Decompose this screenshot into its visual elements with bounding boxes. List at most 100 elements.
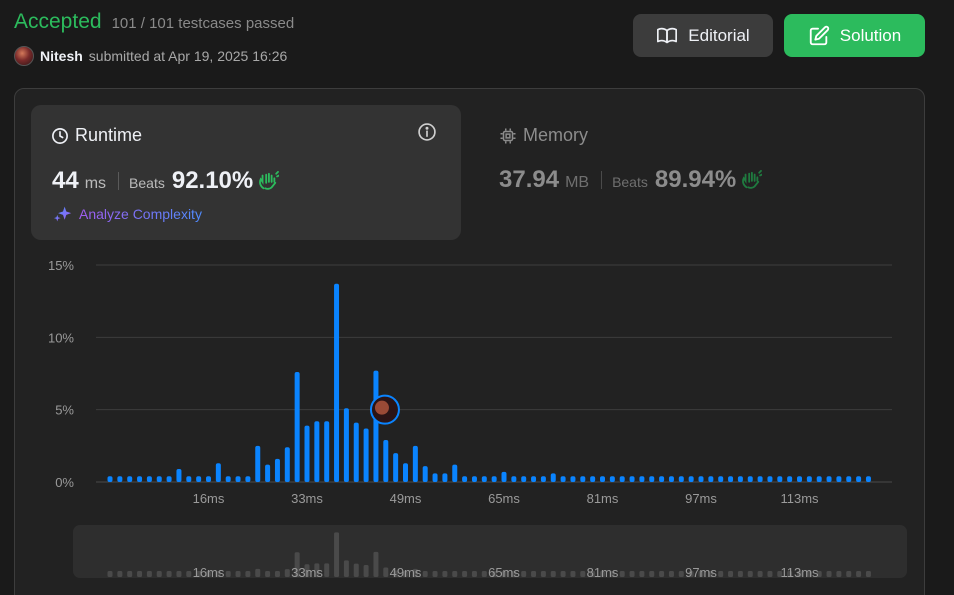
chart-bar[interactable] xyxy=(787,476,793,482)
chart-bar[interactable] xyxy=(245,476,251,482)
chart-bar[interactable] xyxy=(373,370,379,482)
chart-bar[interactable] xyxy=(403,463,408,482)
chart-bar[interactable] xyxy=(343,408,349,482)
chart-bar[interactable] xyxy=(590,476,596,482)
chart-bar[interactable] xyxy=(117,476,123,482)
chart-bar[interactable] xyxy=(491,476,497,482)
chart-bar[interactable] xyxy=(206,476,211,482)
overview-bar xyxy=(481,571,487,577)
chart-bar[interactable] xyxy=(255,445,261,482)
overview-bar xyxy=(334,532,340,577)
chart-bar[interactable] xyxy=(462,476,468,482)
chart-bar[interactable] xyxy=(797,476,802,482)
chart-bar[interactable] xyxy=(540,476,546,482)
chart-bar[interactable] xyxy=(294,372,300,482)
chart-bar[interactable] xyxy=(521,476,527,482)
chart-bar[interactable] xyxy=(580,476,586,482)
chart-bar[interactable] xyxy=(708,476,714,482)
chart-bar[interactable] xyxy=(668,476,674,482)
chart-bar[interactable] xyxy=(560,476,566,482)
chart-bar[interactable] xyxy=(383,440,389,482)
chart-bar[interactable] xyxy=(737,476,743,482)
chart-bar[interactable] xyxy=(531,476,537,482)
chart-bar[interactable] xyxy=(747,476,753,482)
chart-bar[interactable] xyxy=(471,476,477,482)
overview-tick-label: 113ms xyxy=(780,565,819,580)
chart-bar[interactable] xyxy=(550,473,556,482)
chart-bar[interactable] xyxy=(107,476,113,482)
chart-bar[interactable] xyxy=(422,466,428,482)
chart-bar[interactable] xyxy=(186,476,192,482)
overview-bar xyxy=(678,571,684,577)
overview-bar xyxy=(865,571,871,577)
chart-bar[interactable] xyxy=(619,476,625,482)
chart-bar[interactable] xyxy=(767,476,773,482)
chart-bar[interactable] xyxy=(265,464,271,482)
runtime-distribution-chart[interactable]: 15% 10% 5% 0% 16ms 33ms 49ms 65ms 81ms 97ms 113ms 1… xyxy=(0,0,954,595)
chart-bar[interactable] xyxy=(570,476,576,482)
chart-bar[interactable] xyxy=(481,476,487,482)
chart-bar[interactable] xyxy=(806,476,812,482)
overview-bar xyxy=(373,551,379,577)
chart-bar[interactable] xyxy=(629,476,635,482)
chart-bar[interactable] xyxy=(353,422,359,482)
chart-bar[interactable] xyxy=(511,476,517,482)
chart-bar[interactable] xyxy=(393,453,399,482)
chart-bar[interactable] xyxy=(284,447,290,482)
overview-bar xyxy=(580,571,586,577)
overview-bar xyxy=(107,571,113,577)
chart-bar[interactable] xyxy=(452,464,458,482)
chart-bar[interactable] xyxy=(196,476,202,482)
chart-bar[interactable] xyxy=(412,445,418,482)
chart-bar[interactable] xyxy=(777,476,783,482)
overview-bar xyxy=(225,571,231,577)
x-tick-label: 97ms xyxy=(685,491,717,506)
chart-bar[interactable] xyxy=(442,473,448,482)
chart-bar[interactable] xyxy=(600,476,605,482)
chart-bar[interactable] xyxy=(501,471,507,482)
chart-bar[interactable] xyxy=(215,463,221,482)
chart-bar[interactable] xyxy=(235,476,241,482)
chart-bar[interactable] xyxy=(432,473,438,482)
chart-bar[interactable] xyxy=(146,476,152,482)
chart-bar[interactable] xyxy=(304,425,310,482)
overview-bar xyxy=(856,571,862,577)
chart-bar[interactable] xyxy=(718,476,724,482)
y-tick-label: 0% xyxy=(55,475,74,490)
chart-bar[interactable] xyxy=(166,476,172,482)
chart-bar[interactable] xyxy=(314,421,320,482)
chart-bar[interactable] xyxy=(609,476,615,482)
chart-bar[interactable] xyxy=(856,476,862,482)
overview-bar xyxy=(619,571,625,577)
x-tick-label: 49ms xyxy=(390,491,422,506)
chart-bar[interactable] xyxy=(678,476,684,482)
chart-bar[interactable] xyxy=(688,476,694,482)
overview-bar xyxy=(668,571,674,577)
chart-bar[interactable] xyxy=(156,476,162,482)
overview-bar xyxy=(728,571,734,577)
overview-bar xyxy=(540,571,546,577)
chart-bar[interactable] xyxy=(816,476,822,482)
chart-bar[interactable] xyxy=(846,476,852,482)
chart-bar[interactable] xyxy=(728,476,734,482)
chart-bar[interactable] xyxy=(137,476,143,482)
chart-bar[interactable] xyxy=(865,476,871,482)
chart-bar[interactable] xyxy=(363,428,369,482)
chart-bar[interactable] xyxy=(324,421,330,482)
chart-bar[interactable] xyxy=(649,476,655,482)
chart-bar[interactable] xyxy=(639,476,645,482)
chart-bar[interactable] xyxy=(826,476,832,482)
chart-bar[interactable] xyxy=(334,283,340,482)
overview-bar xyxy=(117,571,123,577)
chart-bar[interactable] xyxy=(225,476,231,482)
chart-bar[interactable] xyxy=(698,476,704,482)
overview-bar xyxy=(284,569,290,577)
chart-bar[interactable] xyxy=(836,476,842,482)
chart-bar[interactable] xyxy=(659,476,665,482)
chart-bar[interactable] xyxy=(274,458,280,482)
chart-bar[interactable] xyxy=(176,468,182,482)
chart-bar[interactable] xyxy=(757,476,763,482)
overview-tick-label: 97ms xyxy=(685,565,717,580)
x-tick-label: 16ms xyxy=(193,491,225,506)
chart-bar[interactable] xyxy=(127,476,133,482)
